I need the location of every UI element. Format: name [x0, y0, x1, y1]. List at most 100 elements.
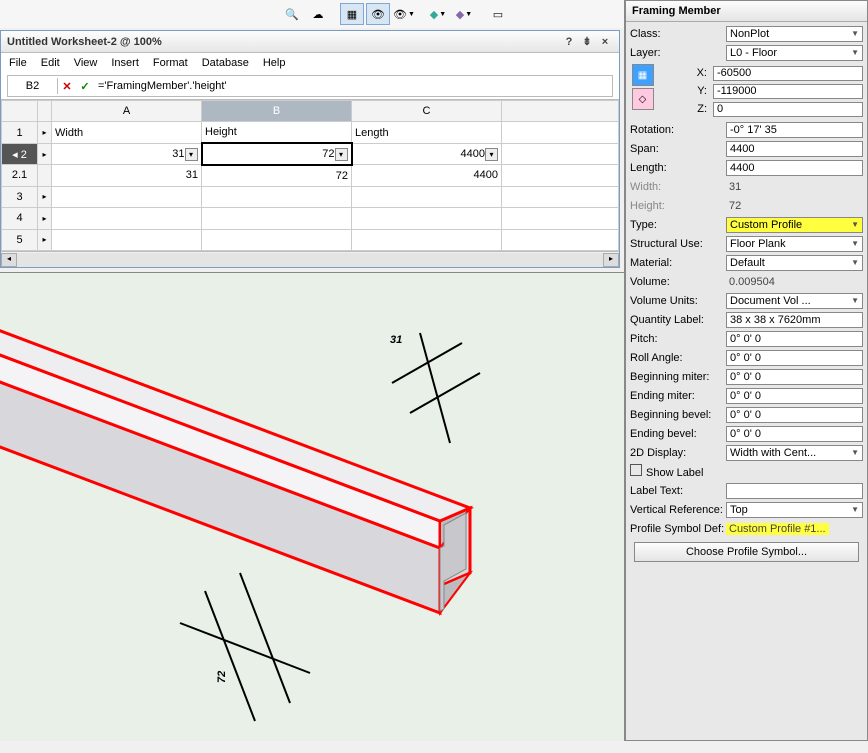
prop-label: Volume: — [630, 276, 726, 288]
dim-height-label: 72 — [216, 671, 228, 683]
x-input[interactable] — [713, 66, 863, 81]
menu-insert[interactable]: Insert — [111, 57, 139, 69]
worksheet-title: Untitled Worksheet-2 @ 100% — [7, 36, 559, 48]
layer-label: Layer: — [630, 47, 726, 59]
class-select[interactable]: NonPlot▼ — [726, 26, 863, 42]
close-button[interactable]: × — [597, 34, 613, 50]
help-button[interactable]: ? — [561, 34, 577, 50]
prop-input[interactable] — [726, 407, 863, 423]
z-input[interactable] — [713, 102, 863, 117]
choose-profile-button[interactable]: Choose Profile Symbol... — [634, 542, 859, 562]
menu-view[interactable]: View — [74, 57, 98, 69]
cell-dropdown-icon[interactable]: ▾ — [485, 148, 498, 161]
cell-a2-1[interactable]: 31 — [52, 165, 202, 186]
formula-input[interactable] — [94, 78, 612, 94]
col-header-c[interactable]: C — [352, 101, 502, 122]
toggle-last-icon[interactable]: ▭ — [486, 3, 510, 25]
coord-anchor-icon[interactable]: ◇ — [632, 88, 654, 110]
y-input[interactable] — [713, 84, 863, 99]
prop-input[interactable] — [726, 483, 863, 499]
cell-c1[interactable]: Length — [352, 122, 502, 143]
prop-input[interactable] — [726, 331, 863, 347]
prop-input[interactable] — [726, 350, 863, 366]
cell-reference[interactable]: B2 — [8, 78, 58, 94]
prop-readonly: 72 — [726, 200, 744, 212]
prop-label: Height: — [630, 200, 726, 212]
row-header-4[interactable]: 4 — [2, 208, 38, 229]
prop-label: Pitch: — [630, 333, 726, 345]
prop-label: Vertical Reference: — [630, 504, 726, 516]
accept-formula-icon[interactable]: ✓ — [76, 80, 94, 93]
prop-label: Roll Angle: — [630, 352, 726, 364]
x-label: X: — [655, 67, 707, 79]
class-label: Class: — [630, 28, 726, 40]
layer-select[interactable]: L0 - Floor▼ — [726, 45, 863, 61]
prop-label: Ending bevel: — [630, 428, 726, 440]
menu-file[interactable]: File — [9, 57, 27, 69]
pan-tool-icon[interactable]: ☁ — [306, 3, 330, 25]
y-label: Y: — [655, 85, 707, 97]
cell-b2-1[interactable]: 72 — [202, 165, 352, 186]
eye-toggle-icon[interactable]: 👁 — [366, 3, 390, 25]
prop-label: Type: — [630, 219, 726, 231]
horizontal-scrollbar[interactable]: ◂▸ — [1, 251, 619, 267]
prop-select[interactable]: Document Vol ...▼ — [726, 293, 863, 309]
row-header-5[interactable]: 5 — [2, 229, 38, 250]
top-toolbar: 🔍 ☁ ▦ 👁 👁▼ ◆▼ ◆▼ ▭ — [0, 0, 624, 28]
prop-input[interactable] — [726, 388, 863, 404]
cell-a1[interactable]: Width — [52, 122, 202, 143]
prop-select[interactable]: Custom Profile▼ — [726, 217, 863, 233]
prop-select[interactable]: Floor Plank▼ — [726, 236, 863, 252]
prop-select[interactable]: Top▼ — [726, 502, 863, 518]
prop-input[interactable] — [726, 122, 863, 138]
prop-select[interactable]: Default▼ — [726, 255, 863, 271]
menu-database[interactable]: Database — [202, 57, 249, 69]
prop-label: Width: — [630, 181, 726, 193]
col-header-a[interactable]: A — [52, 101, 202, 122]
cell-dropdown-icon[interactable]: ▾ — [185, 148, 198, 161]
spreadsheet-grid[interactable]: A B C 1 ▸ Width Height Length ◂ 2 ▸ 31▾ — [1, 100, 619, 251]
zoom-tool-icon[interactable]: 🔍 — [280, 3, 304, 25]
prop-input[interactable] — [726, 160, 863, 176]
grid-toggle-icon[interactable]: ▦ — [340, 3, 364, 25]
cell-b2[interactable]: 72▾ — [202, 143, 352, 164]
row-header-1[interactable]: 1 — [2, 122, 38, 143]
prop-label: Beginning bevel: — [630, 409, 726, 421]
prop-input[interactable] — [726, 312, 863, 328]
cell-b1[interactable]: Height — [202, 122, 352, 143]
coord-mode-icon[interactable]: ▦ — [632, 64, 654, 86]
prop-readonly: 0.009504 — [726, 276, 778, 288]
prop-input[interactable] — [726, 369, 863, 385]
cell-c2-1[interactable]: 4400 — [352, 165, 502, 186]
prop-select[interactable]: Width with Cent...▼ — [726, 445, 863, 461]
row-header-2[interactable]: ◂ 2 — [2, 143, 38, 164]
prop-input[interactable] — [726, 426, 863, 442]
prop-label: Beginning miter: — [630, 371, 726, 383]
row-header-2-1[interactable]: 2.1 — [2, 165, 38, 186]
col-header-b[interactable]: B — [202, 101, 352, 122]
visibility-dropdown-icon[interactable]: 👁▼ — [392, 3, 416, 25]
model-viewport[interactable]: 31 72 — [0, 272, 624, 741]
cell-a2[interactable]: 31▾ — [52, 143, 202, 164]
z-label: Z: — [655, 103, 707, 115]
show-label-checkbox[interactable] — [630, 464, 642, 476]
prop-label: Rotation: — [630, 124, 726, 136]
menu-edit[interactable]: Edit — [41, 57, 60, 69]
cell-c2[interactable]: 4400▾ — [352, 143, 502, 164]
render-purple-icon[interactable]: ◆▼ — [452, 3, 476, 25]
menu-format[interactable]: Format — [153, 57, 188, 69]
render-green-icon[interactable]: ◆▼ — [426, 3, 450, 25]
cancel-formula-icon[interactable]: ✕ — [58, 80, 76, 93]
cell-dropdown-icon[interactable]: ▾ — [335, 148, 348, 161]
pin-button[interactable]: ⇟ — [579, 34, 595, 50]
worksheet-menu: File Edit View Insert Format Database He… — [1, 53, 619, 73]
prop-label: Ending miter: — [630, 390, 726, 402]
prop-readonly: Custom Profile #1... — [726, 523, 829, 535]
prop-label: Length: — [630, 162, 726, 174]
row-header-3[interactable]: 3 — [2, 186, 38, 207]
prop-label: Label Text: — [630, 485, 726, 497]
prop-input[interactable] — [726, 141, 863, 157]
menu-help[interactable]: Help — [263, 57, 286, 69]
dim-width-label: 31 — [390, 334, 402, 346]
corner-cell[interactable] — [2, 101, 38, 122]
